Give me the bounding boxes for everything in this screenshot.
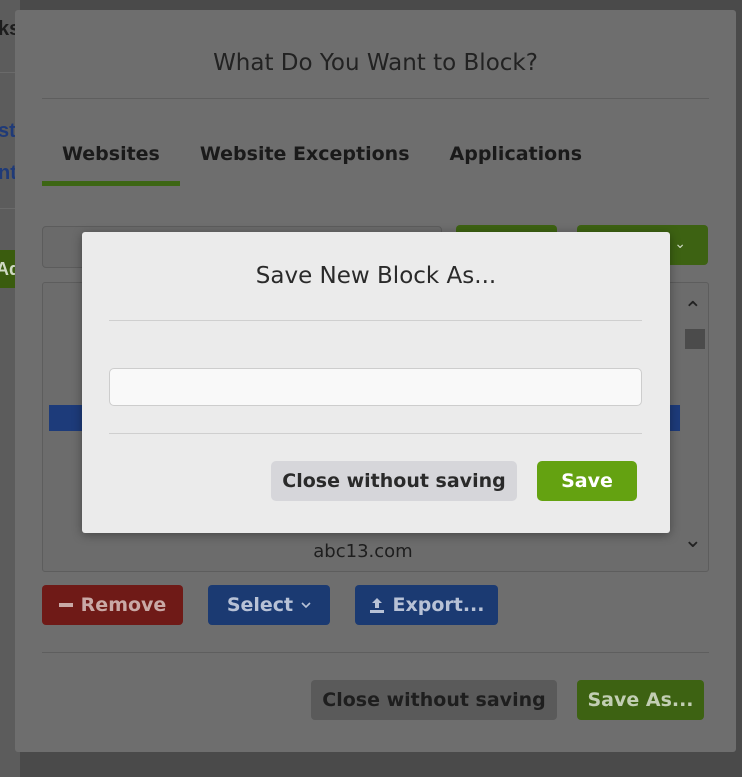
tab-website-exceptions[interactable]: Website Exceptions — [180, 138, 430, 186]
modal-close-without-saving-button[interactable]: Close without saving — [271, 461, 517, 501]
minus-icon — [58, 603, 73, 607]
dialog-title: What Do You Want to Block? — [213, 50, 538, 76]
background-link-fragment: st — [0, 120, 16, 142]
remove-label: Remove — [80, 594, 167, 616]
dialog-divider — [42, 98, 709, 99]
chevron-down-icon: ⌄ — [674, 235, 686, 251]
select-label: Select — [226, 594, 294, 616]
chevron-up-icon[interactable]: ⌃ — [684, 297, 702, 323]
remove-button[interactable]: Remove — [42, 585, 183, 625]
block-name-input[interactable] — [109, 368, 642, 406]
save-as-button[interactable]: Save As... — [577, 680, 704, 720]
footer-divider — [42, 652, 709, 653]
list-item[interactable]: abc13.com — [43, 541, 683, 562]
save-block-modal: Save New Block As... Close without savin… — [82, 232, 670, 533]
tab-applications[interactable]: Applications — [430, 138, 603, 186]
scrollbar-thumb[interactable] — [685, 329, 705, 349]
modal-title: Save New Block As... — [255, 263, 497, 289]
modal-footer-divider — [109, 433, 642, 434]
export-button[interactable]: Export... — [355, 585, 498, 625]
chevron-down-icon[interactable]: ⌄ — [684, 527, 702, 553]
chevron-down-icon — [301, 601, 311, 608]
tab-bar: Websites Website Exceptions Applications — [42, 138, 602, 186]
save-button[interactable]: Save — [537, 461, 637, 501]
close-without-saving-button[interactable]: Close without saving — [311, 680, 557, 720]
tab-websites[interactable]: Websites — [42, 138, 180, 186]
export-label: Export... — [392, 594, 485, 616]
modal-divider — [109, 320, 642, 321]
select-button[interactable]: Select — [208, 585, 330, 625]
upload-icon — [369, 598, 384, 613]
